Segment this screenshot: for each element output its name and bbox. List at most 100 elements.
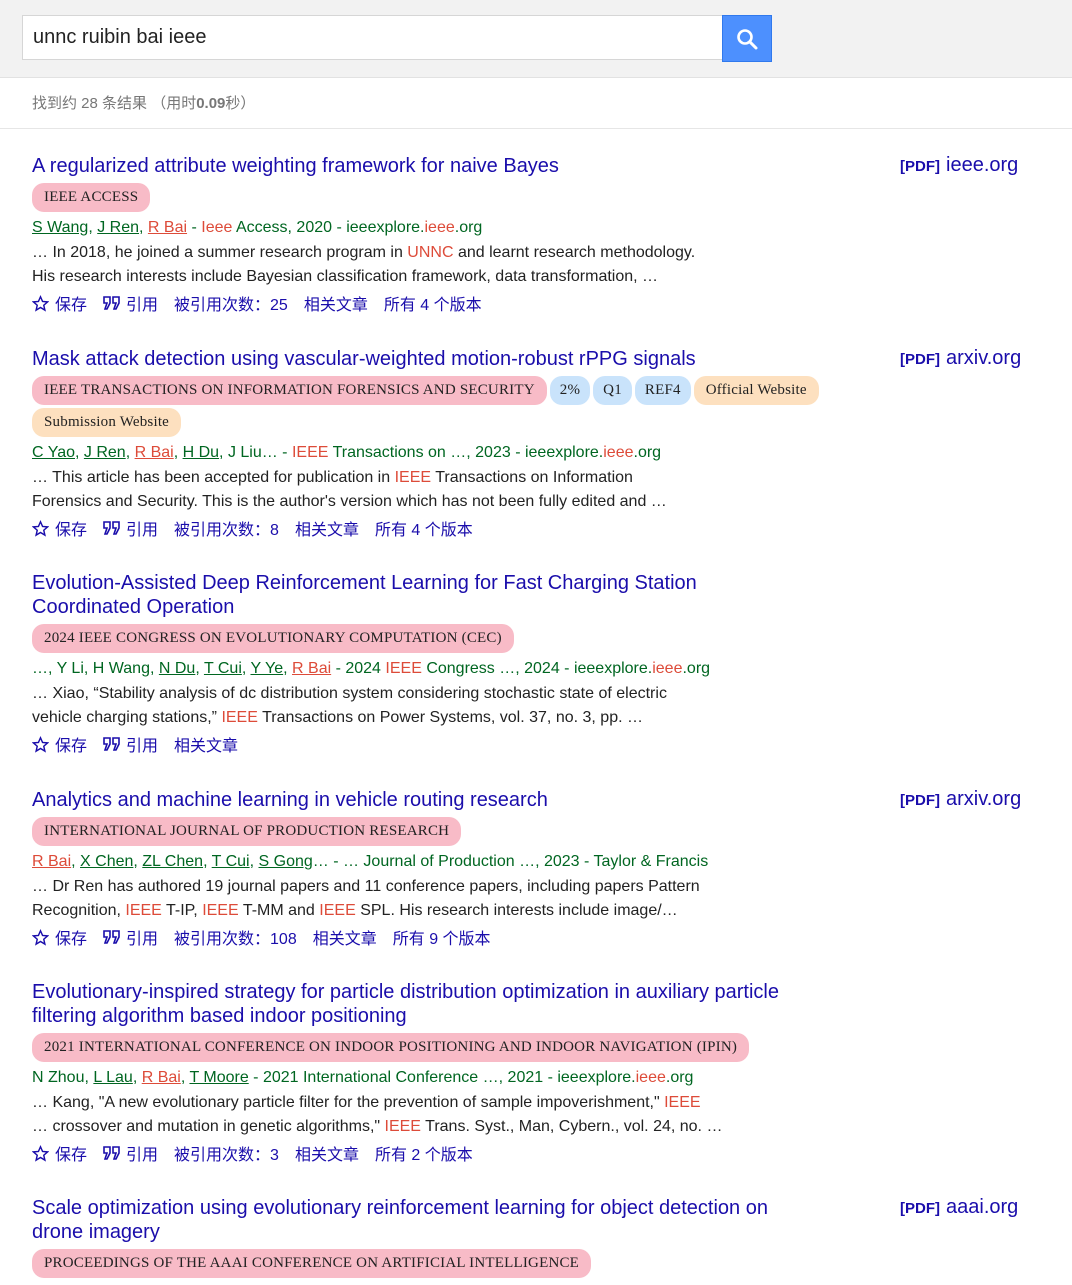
author-link[interactable]: R Bai — [148, 219, 187, 236]
pdf-domain: arxiv.org — [946, 788, 1022, 810]
badge-group: 2021 INTERNATIONAL CONFERENCE ON INDOOR … — [32, 1033, 872, 1065]
pdf-tag: [PDF] — [900, 351, 940, 368]
cited-by-link[interactable]: 被引用次数：3 — [174, 1141, 279, 1165]
quote-icon — [103, 1146, 120, 1160]
related-articles-link[interactable]: 相关文章 — [304, 291, 368, 315]
author-link[interactable]: X Chen — [80, 853, 133, 870]
text-segment: SPL. His research interests include imag… — [355, 902, 678, 919]
author-link[interactable]: H Du — [183, 444, 219, 461]
related-articles-link[interactable]: 相关文章 — [295, 1141, 359, 1165]
cite-button[interactable]: 引用 — [103, 516, 158, 540]
save-button[interactable]: 保存 — [32, 516, 87, 540]
result-title-link[interactable]: Evolutionary-inspired strategy for parti… — [32, 980, 792, 1028]
author-link[interactable]: S Wang — [32, 219, 88, 236]
related-articles-link[interactable]: 相关文章 — [295, 516, 359, 540]
result-actions: 保存 引用 相关文章 — [32, 732, 1072, 756]
save-button[interactable]: 保存 — [32, 732, 87, 756]
cited-by-link[interactable]: 被引用次数：25 — [174, 291, 288, 315]
author-link[interactable]: R Bai — [135, 444, 174, 461]
star-icon — [32, 1144, 49, 1162]
result-title-link[interactable]: Evolution-Assisted Deep Reinforcement Le… — [32, 571, 792, 619]
search-result: Scale optimization using evolutionary re… — [32, 1196, 1072, 1281]
result-actions: 保存 引用 被引用次数：108 相关文章 所有 9 个版本 — [32, 925, 1072, 949]
text-segment: Trans. Syst., Man, Cybern., vol. 24, no.… — [420, 1118, 723, 1135]
quote-icon — [103, 521, 120, 535]
search-button[interactable] — [722, 15, 772, 62]
text-segment: and learnt research methodology. — [453, 244, 696, 261]
cite-button[interactable]: 引用 — [103, 291, 158, 315]
result-title-link[interactable]: Mask attack detection using vascular-wei… — [32, 347, 792, 371]
text-segment: IEEE — [202, 902, 239, 919]
all-versions-link[interactable]: 所有 9 个版本 — [393, 925, 491, 949]
text-segment: , — [75, 444, 84, 461]
pdf-tag: [PDF] — [900, 792, 940, 809]
snippet-line: … In 2018, he joined a summer research p… — [32, 241, 732, 265]
text-segment: … Dr Ren has authored 19 journal papers … — [32, 878, 700, 895]
author-link[interactable]: T Cui — [204, 660, 242, 677]
author-link[interactable]: Y Ye — [250, 660, 283, 677]
author-link[interactable]: S Gong — [259, 853, 313, 870]
star-icon — [32, 294, 49, 312]
related-articles-link[interactable]: 相关文章 — [313, 925, 377, 949]
pdf-link[interactable]: [PDF] arxiv.org — [900, 788, 1021, 811]
author-link[interactable]: R Bai — [142, 1069, 181, 1086]
result-title-link[interactable]: A regularized attribute weighting framew… — [32, 154, 792, 178]
cite-button[interactable]: 引用 — [103, 1141, 158, 1165]
all-versions-link[interactable]: 所有 4 个版本 — [384, 291, 482, 315]
cited-by-link[interactable]: 被引用次数：8 — [174, 516, 279, 540]
author-link[interactable]: T Cui — [212, 853, 250, 870]
search-result: Evolution-Assisted Deep Reinforcement Le… — [32, 571, 1072, 756]
snippet-line: … This article has been accepted for pub… — [32, 466, 732, 490]
author-link[interactable]: N Du — [159, 660, 195, 677]
author-link[interactable]: J Ren — [84, 444, 126, 461]
related-articles-link[interactable]: 相关文章 — [174, 732, 238, 756]
snippet-line: … Kang, "A new evolutionary particle fil… — [32, 1091, 732, 1115]
cite-button[interactable]: 引用 — [103, 925, 158, 949]
author-link[interactable]: J Ren — [97, 219, 139, 236]
venue-link-badge[interactable]: Official Website — [693, 376, 819, 405]
text-segment: , — [249, 853, 259, 870]
venue-badge: Q1 — [593, 376, 632, 405]
quote-icon — [103, 930, 120, 944]
text-segment: , J Liu… - — [219, 444, 292, 461]
all-versions-link[interactable]: 所有 2 个版本 — [375, 1141, 473, 1165]
quote-icon — [103, 296, 120, 310]
save-button[interactable]: 保存 — [32, 925, 87, 949]
cited-by-link[interactable]: 被引用次数：108 — [174, 925, 297, 949]
text-segment: …, Y Li, H Wang, — [32, 660, 159, 677]
badge-group: PROCEEDINGS OF THE AAAI CONFERENCE ON AR… — [32, 1249, 872, 1281]
pdf-domain: arxiv.org — [946, 347, 1022, 369]
pdf-link[interactable]: [PDF] aaai.org — [900, 1196, 1018, 1219]
author-link[interactable]: C Yao — [32, 444, 75, 461]
save-button[interactable]: 保存 — [32, 1141, 87, 1165]
author-link[interactable]: ZL Chen — [142, 853, 203, 870]
author-link[interactable]: R Bai — [32, 853, 71, 870]
search-header — [0, 0, 1072, 78]
pdf-link[interactable]: [PDF] ieee.org — [900, 154, 1018, 177]
author-link[interactable]: L Lau — [93, 1069, 132, 1086]
text-segment: vehicle charging stations,” — [32, 709, 222, 726]
badge-group: IEEE TRANSACTIONS ON INFORMATION FORENSI… — [32, 376, 872, 440]
result-snippet: … This article has been accepted for pub… — [32, 466, 732, 514]
venue-badge: 2021 INTERNATIONAL CONFERENCE ON INDOOR … — [32, 1033, 750, 1062]
text-segment: … This article has been accepted for pub… — [32, 469, 395, 486]
venue-badge: INTERNATIONAL JOURNAL OF PRODUCTION RESE… — [32, 817, 462, 846]
snippet-line: … crossover and mutation in genetic algo… — [32, 1115, 732, 1139]
save-label: 保存 — [55, 522, 88, 539]
search-input[interactable] — [22, 15, 722, 60]
all-versions-link[interactable]: 所有 4 个版本 — [375, 516, 473, 540]
save-button[interactable]: 保存 — [32, 291, 87, 315]
result-snippet: … Xiao, “Stability analysis of dc distri… — [32, 682, 732, 730]
result-title-link[interactable]: Analytics and machine learning in vehicl… — [32, 788, 792, 812]
star-icon — [32, 928, 49, 946]
venue-link-badge[interactable]: Submission Website — [32, 408, 182, 437]
pdf-link[interactable]: [PDF] arxiv.org — [900, 347, 1021, 370]
author-link[interactable]: R Bai — [292, 660, 331, 677]
author-link[interactable]: T Moore — [189, 1069, 248, 1086]
text-segment: .org — [665, 1069, 694, 1086]
pdf-domain: ieee.org — [946, 154, 1019, 176]
cite-button[interactable]: 引用 — [103, 732, 158, 756]
result-title-link[interactable]: Scale optimization using evolutionary re… — [32, 1196, 792, 1244]
badge-group: IEEE ACCESS — [32, 183, 872, 215]
result-actions: 保存 引用 被引用次数：8 相关文章 所有 4 个版本 — [32, 516, 1072, 540]
